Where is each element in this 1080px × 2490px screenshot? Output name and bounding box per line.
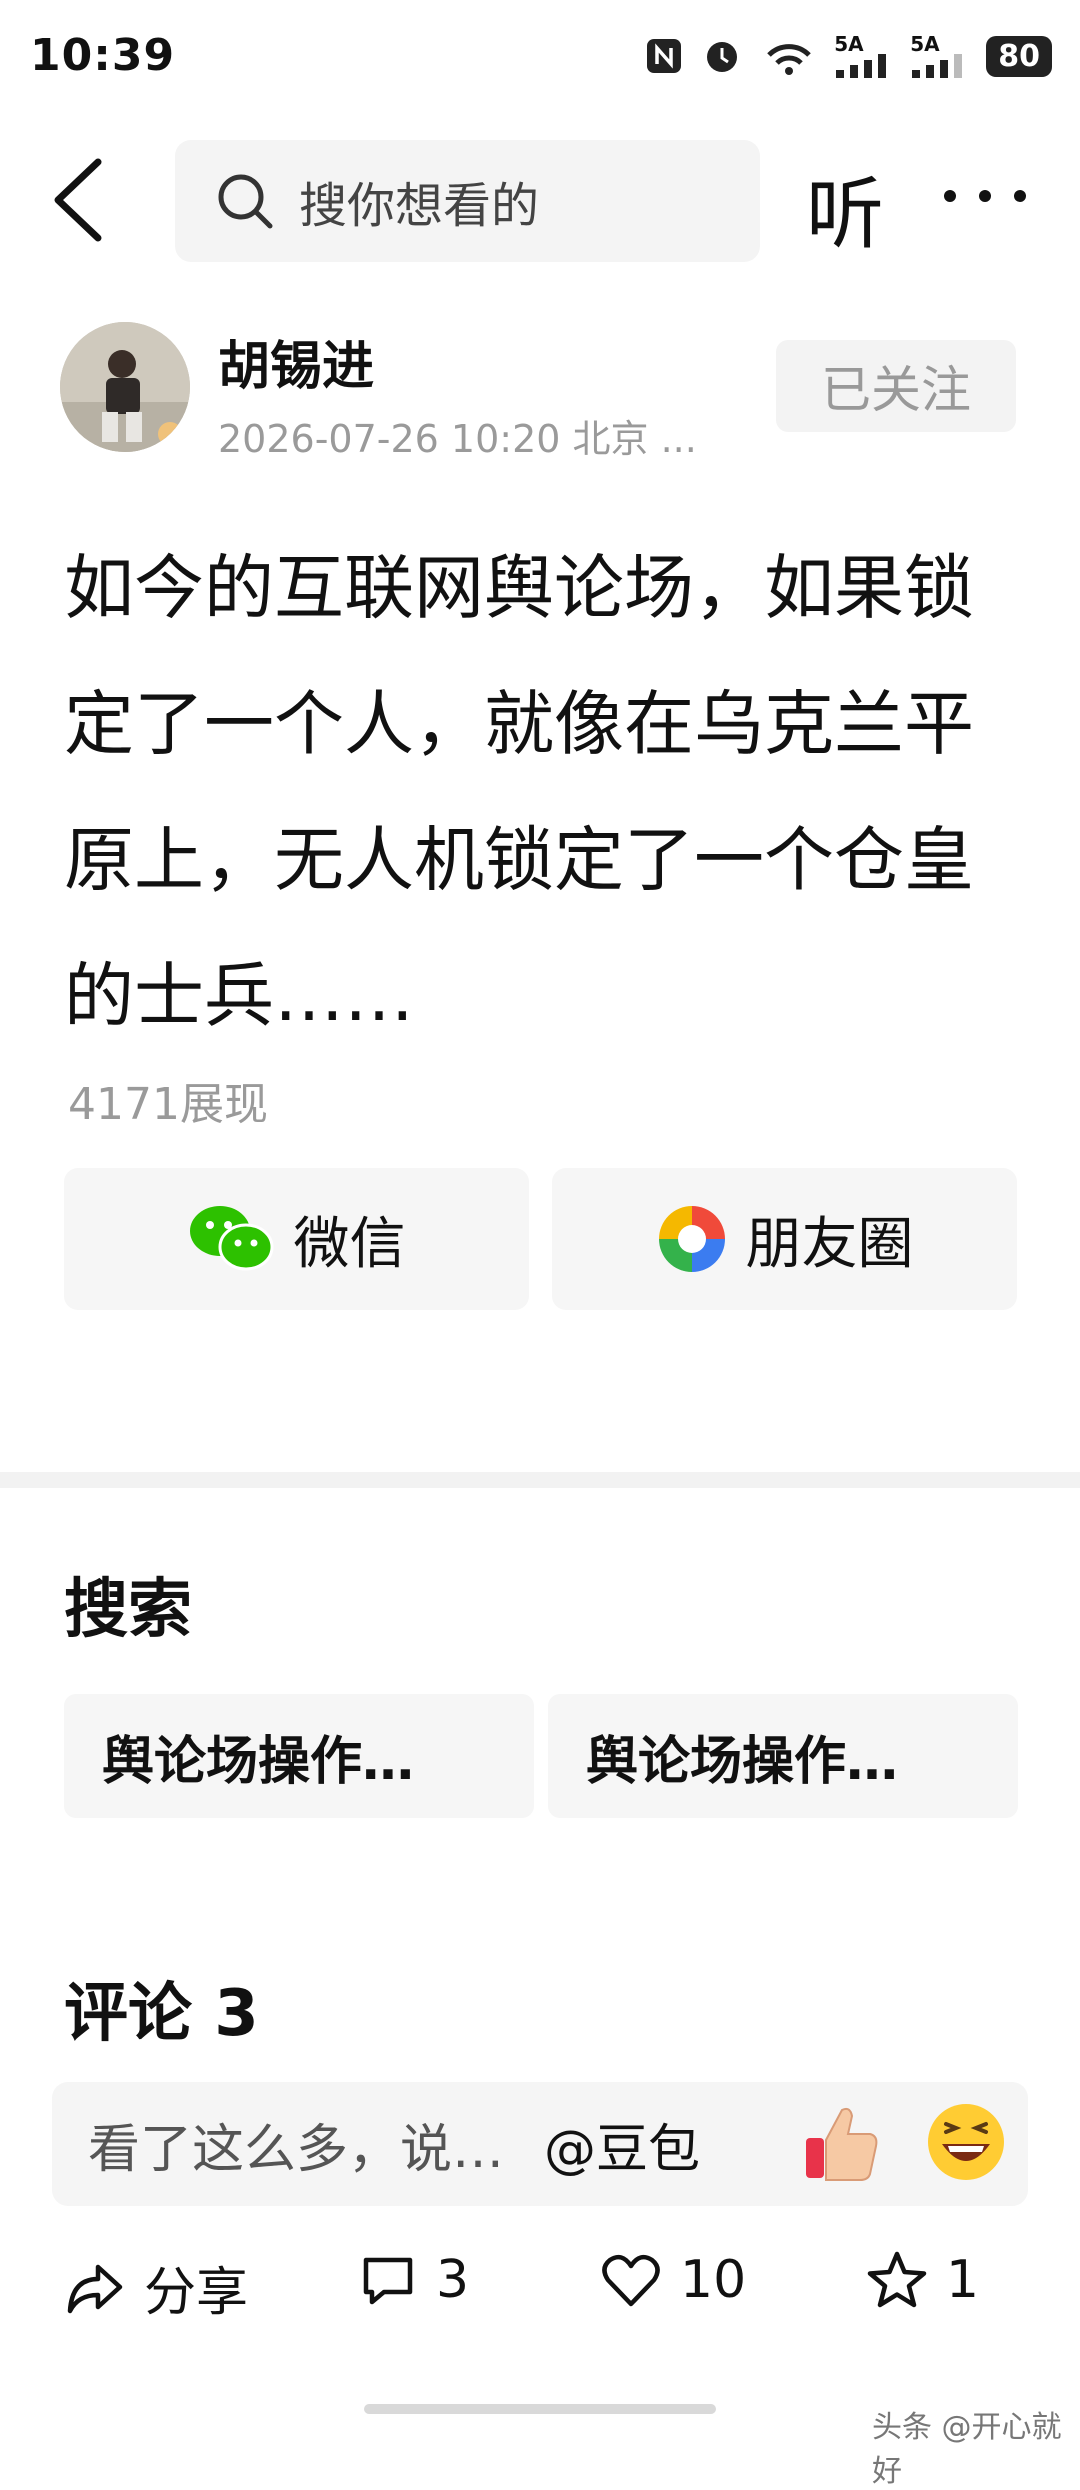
nfc-icon [642,34,686,78]
share-wechat-button[interactable]: 微信 [64,1168,529,1310]
like-button[interactable]: 10 [600,2250,746,2310]
moments-icon [658,1206,725,1272]
search-section-title: 搜索 [64,1573,192,1647]
post-meta: 2026-07-26 10:20 北京 ... [218,417,697,461]
share-moments-button[interactable]: 朋友圈 [552,1168,1017,1310]
comment-button[interactable]: 3 [358,2250,469,2310]
follow-button[interactable]: 已关注 [776,340,1016,432]
comment-placeholder: 看了这么多，说… [88,2119,505,2180]
favorite-button[interactable]: 1 [866,2250,979,2310]
comment-icon [363,2257,413,2305]
network-type-2: 5A [910,32,940,56]
battery-indicator: 80 [986,35,1052,77]
share-moments-label: 朋友圈 [745,1211,914,1277]
share-icon [67,2264,123,2313]
search-input[interactable]: 搜你想看的 [175,140,760,262]
laughing-emoji-icon[interactable] [922,2098,1010,2186]
thumbs-up-emoji-icon[interactable] [796,2098,884,2186]
network-type-1: 5A [834,32,864,56]
star-icon [867,2251,927,2308]
alarm-icon [700,34,744,78]
heart-icon [602,2254,660,2307]
share-button[interactable]: 分享 [64,2250,248,2325]
avatar[interactable] [60,322,190,452]
search-icon [218,174,273,229]
share-wechat-label: 微信 [293,1211,406,1277]
wechat-icon [189,1206,273,1271]
search-suggestion-chip[interactable]: 舆论场操作… [64,1694,534,1818]
status-icons: 5A 5A 80 [642,34,1052,78]
favorite-count: 1 [946,2250,980,2310]
status-time: 10:39 [30,30,176,81]
comments-section-title: 评论 3 [64,1977,259,2051]
listen-button[interactable]: 听 [806,152,884,264]
search-placeholder: 搜你想看的 [299,178,540,234]
view-count: 4171展现 [68,1079,268,1130]
search-suggestion-chip[interactable]: 舆论场操作… [548,1694,1018,1818]
wifi-icon [758,34,820,78]
more-icon[interactable] [944,176,1026,216]
back-icon[interactable] [40,150,120,250]
watermark: 头条 @开心就好 [872,2410,1062,2489]
like-count: 10 [680,2250,747,2310]
comment-count: 3 [436,2250,470,2310]
post-text: 如今的互联网舆论场，如果锁定了一个人，就像在乌克兰平原上，无人机锁定了一个仓皇的… [64,547,974,1037]
comment-input[interactable]: 看了这么多，说… @豆包 [52,2082,1028,2206]
share-label: 分享 [144,2263,249,2323]
author-name[interactable]: 胡锡进 [218,324,374,399]
cell-signal-icon-1: 5A [834,34,896,78]
home-indicator[interactable] [364,2404,716,2414]
cell-signal-icon-2: 5A [910,34,972,78]
mention-doubao-button[interactable]: @豆包 [544,2107,700,2182]
section-divider [0,1472,1080,1488]
